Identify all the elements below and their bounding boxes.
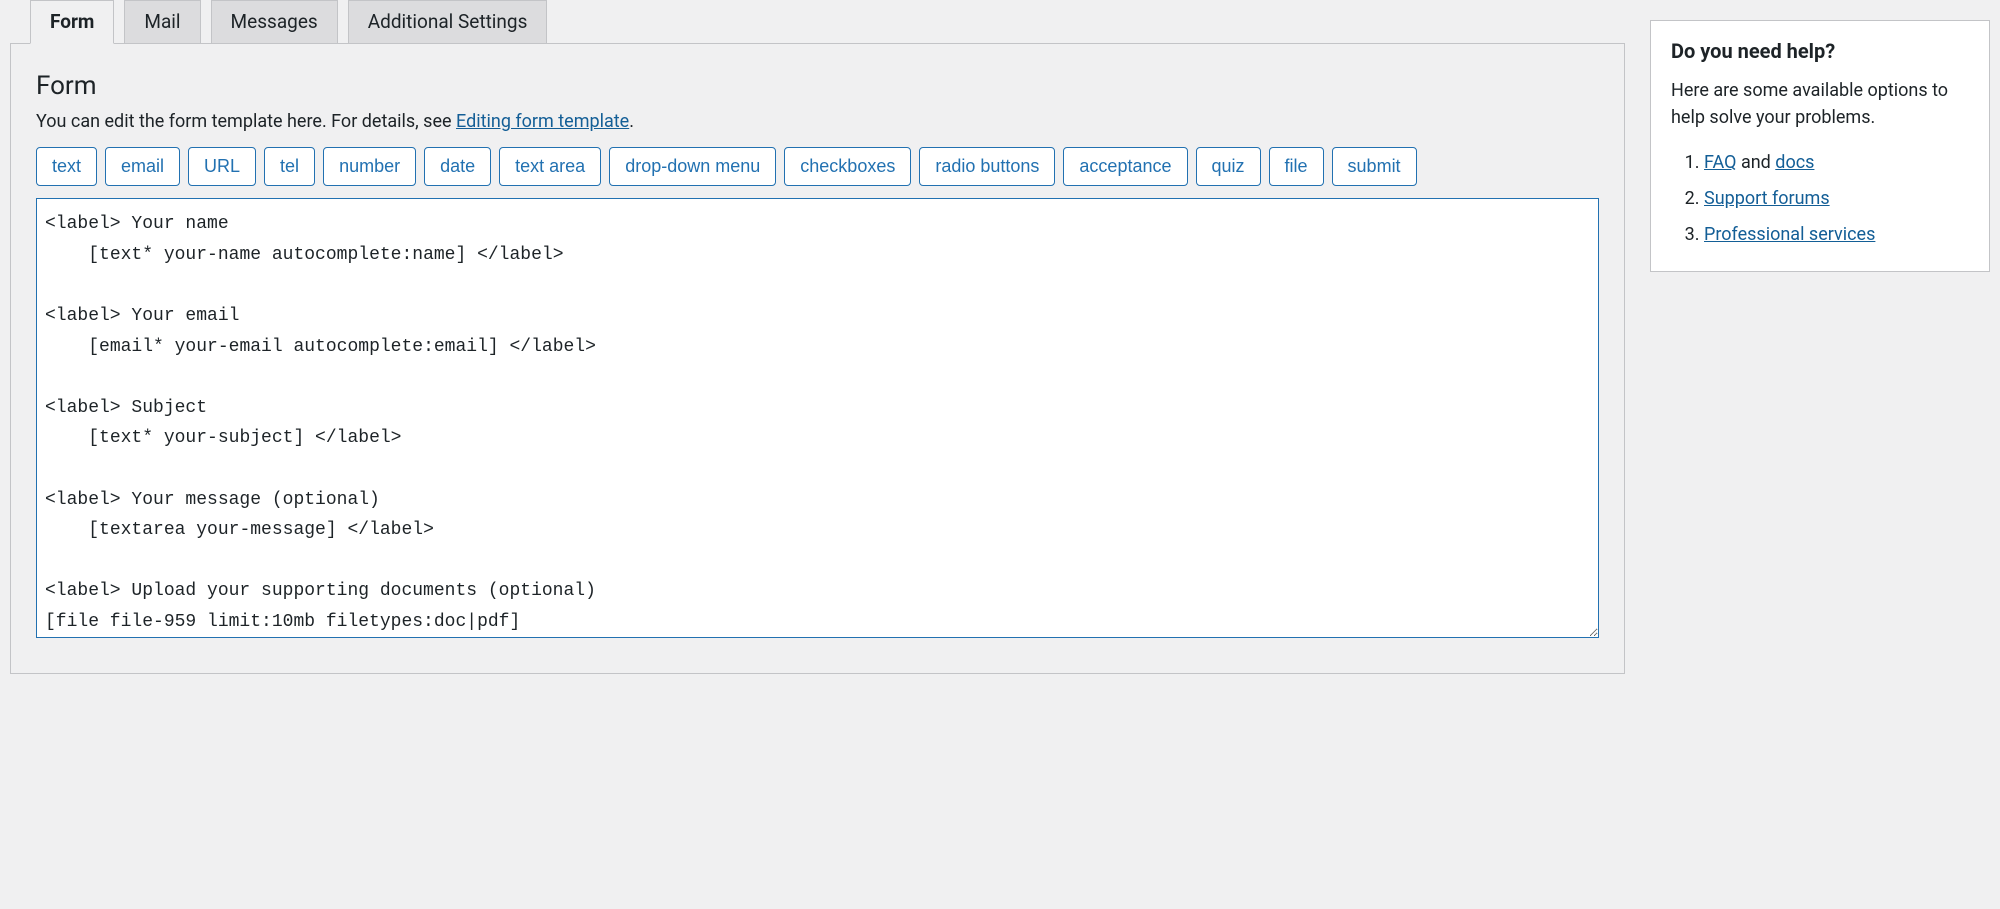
tag-button-drop-down-menu[interactable]: drop-down menu [609,147,776,186]
page-container: FormMailMessagesAdditional Settings Form… [0,0,2000,704]
tab-additional-settings[interactable]: Additional Settings [348,0,548,44]
desc-text-suffix: . [629,111,634,132]
tag-button-quiz[interactable]: quiz [1196,147,1261,186]
help-title: Do you need help? [1671,39,1969,63]
tag-button-text-area[interactable]: text area [499,147,601,186]
form-panel: Form You can edit the form template here… [10,43,1625,674]
sidebar: Do you need help? Here are some availabl… [1650,20,1990,272]
panel-heading: Form [36,71,1599,101]
tag-button-number[interactable]: number [323,147,416,186]
help-list: FAQ and docs Support forums Professional s… [1671,145,1969,253]
help-text-fragment: and [1736,152,1775,173]
tab-mail[interactable]: Mail [124,0,200,44]
help-link[interactable]: Professional services [1704,224,1875,245]
help-link[interactable]: docs [1775,152,1814,173]
tag-button-date[interactable]: date [424,147,491,186]
tag-button-radio-buttons[interactable]: radio buttons [919,147,1055,186]
help-link[interactable]: Support forums [1704,188,1830,209]
tag-button-tel[interactable]: tel [264,147,315,186]
desc-text-prefix: You can edit the form template here. For… [36,111,456,132]
help-item: Support forums [1704,181,1969,217]
main-column: FormMailMessagesAdditional Settings Form… [0,0,1650,674]
tag-button-checkboxes[interactable]: checkboxes [784,147,911,186]
help-box: Do you need help? Here are some availabl… [1650,20,1990,272]
tab-messages[interactable]: Messages [211,0,338,44]
help-text: Here are some available options to help … [1671,77,1969,131]
tag-button-email[interactable]: email [105,147,180,186]
tag-button-url[interactable]: URL [188,147,256,186]
panel-description: You can edit the form template here. For… [36,111,1599,132]
help-link[interactable]: FAQ [1704,152,1736,173]
tag-button-group: textemailURLtelnumberdatetext areadrop-d… [36,147,1599,186]
help-item: Professional services [1704,217,1969,253]
desc-link[interactable]: Editing form template [456,111,629,132]
tab-bar: FormMailMessagesAdditional Settings [10,0,1625,44]
tag-button-submit[interactable]: submit [1332,147,1417,186]
tag-button-text[interactable]: text [36,147,97,186]
tag-button-acceptance[interactable]: acceptance [1063,147,1187,186]
help-item: FAQ and docs [1704,145,1969,181]
form-template-textarea[interactable] [36,198,1599,638]
tab-form[interactable]: Form [30,0,114,44]
tag-button-file[interactable]: file [1269,147,1324,186]
